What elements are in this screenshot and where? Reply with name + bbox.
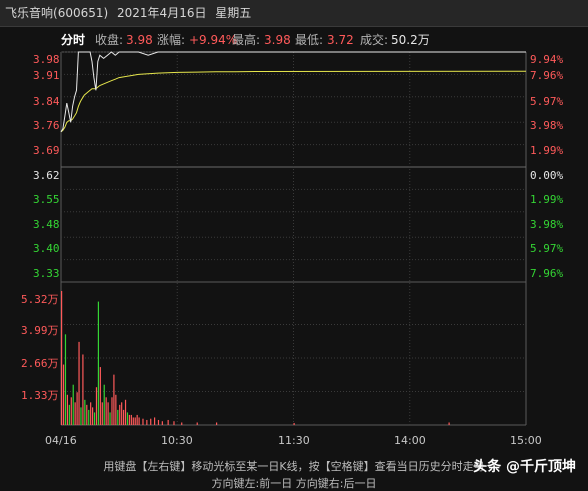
volume-bar	[124, 399, 127, 425]
volume-bar	[99, 367, 101, 425]
pct-tick-5: 0.00%	[530, 169, 564, 182]
volume-bar	[138, 417, 140, 425]
price-tick-2: 3.84	[33, 95, 60, 108]
pct-tick-1: 7.96%	[530, 69, 564, 82]
volume-bar	[134, 417, 136, 425]
volume-bar	[132, 417, 134, 425]
volume-bar	[109, 412, 111, 425]
time-tick-1030: 10:30	[161, 434, 193, 447]
volume-bar	[97, 301, 100, 425]
volume-bar	[216, 422, 218, 425]
volume-bar	[105, 397, 107, 425]
volume-bar	[173, 421, 175, 425]
volume-bar	[128, 414, 131, 425]
price-tick-6: 3.55	[33, 193, 60, 206]
volume-bar	[117, 409, 119, 425]
pct-tick-4: 1.99%	[530, 144, 564, 157]
volume-bar	[113, 374, 115, 425]
price-tick-1: 3.91	[33, 69, 60, 82]
volume-tick-3: 1.33万	[21, 389, 59, 402]
volume-bar	[80, 407, 82, 425]
price-tick-9: 3.33	[33, 267, 60, 280]
pct-tick-7: 3.98%	[530, 218, 564, 231]
price-tick-3: 3.76	[33, 119, 60, 132]
volume-bar	[62, 364, 65, 425]
price-tick-0: 3.98	[33, 53, 60, 66]
volume-bar	[142, 418, 144, 425]
pct-tick-8: 5.97%	[530, 242, 564, 255]
volume-tick-1: 3.99万	[21, 324, 59, 337]
volume-bar	[107, 402, 109, 425]
volume-bar	[70, 397, 72, 425]
average-price-line	[60, 70, 527, 133]
volume-bar	[115, 394, 117, 425]
volume-bar	[61, 291, 63, 425]
volume-bar	[76, 392, 78, 425]
volume-bar	[78, 341, 80, 425]
volume-bar	[123, 409, 125, 425]
volume-bar	[111, 397, 113, 425]
volume-bar	[154, 417, 156, 425]
volume-bar	[161, 421, 163, 425]
volume-bar	[74, 402, 76, 425]
volume-bar	[150, 418, 152, 425]
watermark: 头条 @千斤顶坤	[473, 459, 576, 475]
volume-bar	[88, 409, 90, 425]
pct-tick-3: 3.98%	[530, 119, 564, 132]
volume-bar	[196, 422, 198, 425]
price-tick-4: 3.69	[33, 144, 60, 157]
pct-tick-2: 5.97%	[530, 95, 564, 108]
volume-bar	[66, 394, 69, 425]
volume-bar	[90, 402, 92, 425]
volume-bar	[93, 412, 96, 425]
volume-bar	[448, 422, 450, 425]
volume-bar	[146, 419, 148, 425]
volume-bar	[167, 419, 169, 425]
price-tick-5: 3.62	[33, 169, 60, 182]
volume-bar	[136, 414, 138, 425]
volume-bar	[82, 354, 84, 425]
volume-bar	[157, 419, 160, 425]
pct-tick-0: 9.94%	[530, 53, 564, 66]
chart-grid	[60, 51, 527, 426]
volume-bar	[64, 334, 67, 425]
volume-bar	[293, 422, 295, 425]
volume-bar	[72, 384, 74, 425]
volume-bar	[130, 414, 132, 425]
volume-bar	[68, 404, 70, 425]
time-tick-1400: 14:00	[394, 434, 426, 447]
time-tick-1130: 11:30	[278, 434, 310, 447]
volume-bar	[119, 404, 121, 425]
volume-bar	[92, 407, 94, 425]
volume-tick-2: 2.66万	[21, 357, 59, 370]
volume-bar	[121, 402, 123, 425]
price-tick-7: 3.48	[33, 218, 60, 231]
volume-bar	[126, 412, 129, 425]
price-tick-8: 3.40	[33, 242, 60, 255]
volume-bar	[103, 384, 105, 425]
pct-tick-6: 1.99%	[530, 193, 564, 206]
volume-bar	[181, 422, 183, 425]
time-tick-open: 04/16	[45, 434, 77, 447]
volume-bar	[86, 404, 88, 425]
time-tick-1500: 15:00	[510, 434, 542, 447]
volume-tick-0: 5.32万	[21, 293, 59, 306]
volume-bar	[84, 399, 86, 425]
intraday-chart[interactable]	[0, 0, 588, 489]
volume-bar	[101, 402, 103, 425]
pct-tick-9: 7.96%	[530, 267, 564, 280]
volume-bar	[95, 387, 98, 425]
